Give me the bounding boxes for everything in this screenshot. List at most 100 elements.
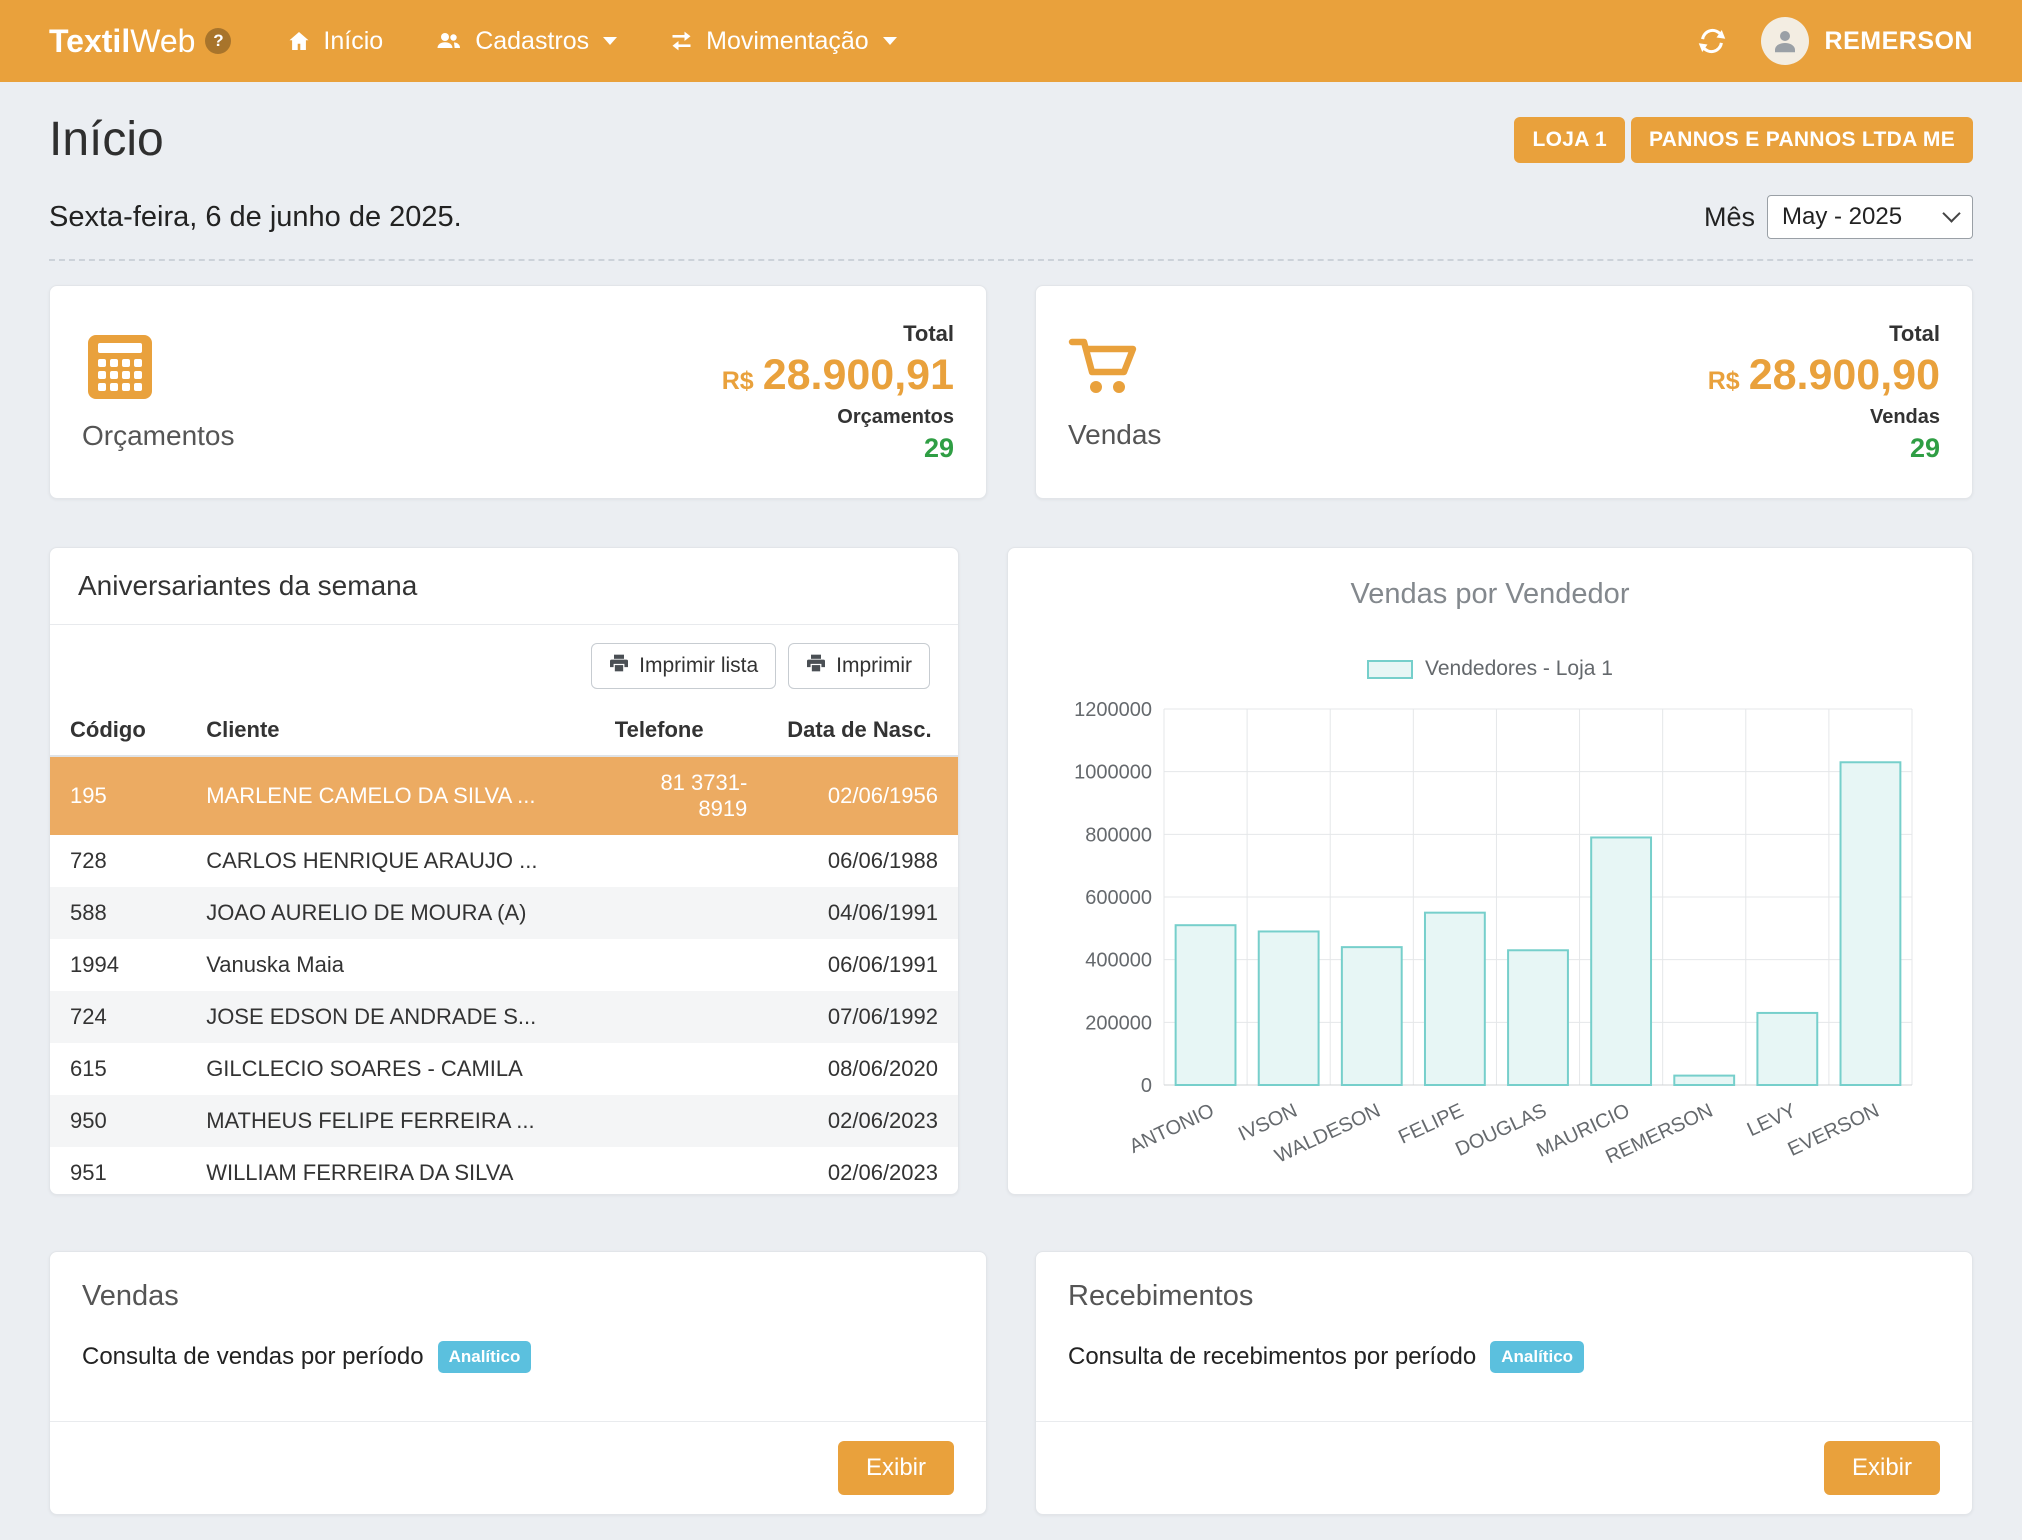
sales-total-label: Total (1708, 321, 1940, 347)
nav-item-movimentacao[interactable]: Movimentação (669, 27, 897, 56)
sales-panel-text: Consulta de vendas por período (82, 1343, 424, 1371)
cell-code: 588 (50, 887, 186, 939)
brand-logo[interactable]: TextilWeb ? (49, 23, 231, 60)
nav-item-label: Cadastros (475, 27, 589, 56)
month-select[interactable]: May - 2025 (1767, 195, 1973, 239)
home-icon (287, 29, 311, 53)
cell-phone: 81 3731-8919 (595, 756, 768, 835)
sales-exibir-button[interactable]: Exibir (838, 1441, 954, 1495)
col-header-telefone: Telefone (595, 705, 768, 756)
summary-cards: Orçamentos Total R$ 28.900,91 Orçamentos… (0, 285, 2022, 499)
col-header-nasc: Data de Nasc. (767, 705, 958, 756)
cell-phone (595, 1095, 768, 1147)
budgets-total-label: Total (722, 321, 954, 347)
cell-phone (595, 887, 768, 939)
cell-code: 615 (50, 1043, 186, 1095)
table-row[interactable]: 724 JOSE EDSON DE ANDRADE S... 07/06/199… (50, 991, 958, 1043)
svg-text:ANTONIO: ANTONIO (1126, 1100, 1218, 1158)
username: REMERSON (1825, 27, 1973, 56)
receipts-panel-text: Consulta de recebimentos por período (1068, 1343, 1476, 1371)
svg-text:1200000: 1200000 (1074, 699, 1152, 721)
sales-panel-title: Vendas (82, 1280, 954, 1313)
receipts-panel-title: Recebimentos (1068, 1280, 1940, 1313)
sales-label: Vendas (1068, 419, 1161, 451)
refresh-icon[interactable] (1697, 26, 1727, 56)
budgets-count: 29 (722, 433, 954, 464)
col-header-cliente: Cliente (186, 705, 595, 756)
svg-text:LEVY: LEVY (1744, 1100, 1800, 1142)
chart-legend[interactable]: Vendedores - Loja 1 (1036, 657, 1944, 681)
budgets-count-label: Orçamentos (722, 406, 954, 429)
brand-text-a: Textil (49, 23, 130, 59)
user-menu[interactable]: REMERSON (1761, 17, 1973, 65)
cell-phone (595, 939, 768, 991)
receipts-exibir-button[interactable]: Exibir (1824, 1441, 1940, 1495)
page-header: Início LOJA 1 PANNOS E PANNOS LTDA ME (0, 112, 2022, 167)
cell-birth: 06/06/1991 (767, 939, 958, 991)
sales-currency: R$ (1708, 367, 1740, 396)
cell-code: 1994 (50, 939, 186, 991)
brand-text-b: Web (130, 23, 195, 59)
nav-item-label: Movimentação (706, 27, 869, 56)
sales-count-label: Vendas (1708, 406, 1940, 429)
cell-client: GILCLECIO SOARES - CAMILA (186, 1043, 595, 1095)
chevron-down-icon (883, 37, 897, 45)
cell-code: 728 (50, 835, 186, 887)
sales-count: 29 (1708, 433, 1940, 464)
sales-total-value: 28.900,90 (1749, 351, 1940, 400)
svg-text:0: 0 (1141, 1075, 1152, 1097)
table-row[interactable]: 950 MATHEUS FELIPE FERREIRA ... 02/06/20… (50, 1095, 958, 1147)
page-title: Início (49, 112, 164, 167)
nav-links: Início Cadastros (287, 27, 896, 56)
legend-label: Vendedores - Loja 1 (1425, 657, 1613, 681)
cell-birth: 02/06/2023 (767, 1147, 958, 1195)
sales-report-panel: Vendas Consulta de vendas por período An… (49, 1251, 987, 1515)
cell-birth: 06/06/1988 (767, 835, 958, 887)
cell-code: 195 (50, 756, 186, 835)
avatar (1761, 17, 1809, 65)
cell-birth: 04/06/1991 (767, 887, 958, 939)
table-row[interactable]: 615 GILCLECIO SOARES - CAMILA 08/06/2020 (50, 1043, 958, 1095)
svg-text:1000000: 1000000 (1074, 762, 1152, 784)
table-row[interactable]: 728 CARLOS HENRIQUE ARAUJO ... 06/06/198… (50, 835, 958, 887)
company-button[interactable]: PANNOS E PANNOS LTDA ME (1631, 117, 1973, 163)
birthday-table: Código Cliente Telefone Data de Nasc. 19… (50, 705, 958, 1195)
chart-title: Vendas por Vendedor (1036, 578, 1944, 611)
svg-text:EVERSON: EVERSON (1785, 1100, 1883, 1161)
svg-text:400000: 400000 (1085, 950, 1152, 972)
budgets-currency: R$ (722, 367, 754, 396)
cell-code: 951 (50, 1147, 186, 1195)
nav-item-label: Início (323, 27, 383, 56)
month-label: Mês (1704, 202, 1755, 233)
table-row[interactable]: 951 WILLIAM FERREIRA DA SILVA 02/06/2023 (50, 1147, 958, 1195)
chevron-down-icon (1942, 204, 1960, 222)
svg-text:600000: 600000 (1085, 887, 1152, 909)
svg-text:200000: 200000 (1085, 1012, 1152, 1034)
chevron-down-icon (603, 37, 617, 45)
birthdays-title: Aniversariantes da semana (50, 548, 958, 625)
table-row[interactable]: 195 MARLENE CAMELO DA SILVA ... 81 3731-… (50, 756, 958, 835)
birthday-table-body: 195 MARLENE CAMELO DA SILVA ... 81 3731-… (50, 756, 958, 1195)
nav-item-inicio[interactable]: Início (287, 27, 383, 56)
cell-client: CARLOS HENRIQUE ARAUJO ... (186, 835, 595, 887)
help-icon[interactable]: ? (205, 28, 231, 54)
print-list-button[interactable]: Imprimir lista (591, 643, 776, 689)
cell-client: WILLIAM FERREIRA DA SILVA (186, 1147, 595, 1195)
cell-client: JOAO AURELIO DE MOURA (A) (186, 887, 595, 939)
nav-item-cadastros[interactable]: Cadastros (435, 27, 617, 56)
cell-phone (595, 1147, 768, 1195)
cell-birth: 02/06/1956 (767, 756, 958, 835)
table-row[interactable]: 588 JOAO AURELIO DE MOURA (A) 04/06/1991 (50, 887, 958, 939)
analitico-badge: Analítico (1490, 1341, 1584, 1373)
sales-by-seller-chart: 020000040000060000080000010000001200000A… (1052, 697, 1928, 1167)
users-icon (435, 29, 463, 53)
print-list-label: Imprimir lista (639, 654, 758, 678)
cell-birth: 02/06/2023 (767, 1095, 958, 1147)
col-header-codigo: Código (50, 705, 186, 756)
cell-code: 724 (50, 991, 186, 1043)
cell-client: MATHEUS FELIPE FERREIRA ... (186, 1095, 595, 1147)
table-row[interactable]: 1994 Vanuska Maia 06/06/1991 (50, 939, 958, 991)
cell-phone (595, 1043, 768, 1095)
print-button[interactable]: Imprimir (788, 643, 930, 689)
store-button[interactable]: LOJA 1 (1514, 117, 1625, 163)
